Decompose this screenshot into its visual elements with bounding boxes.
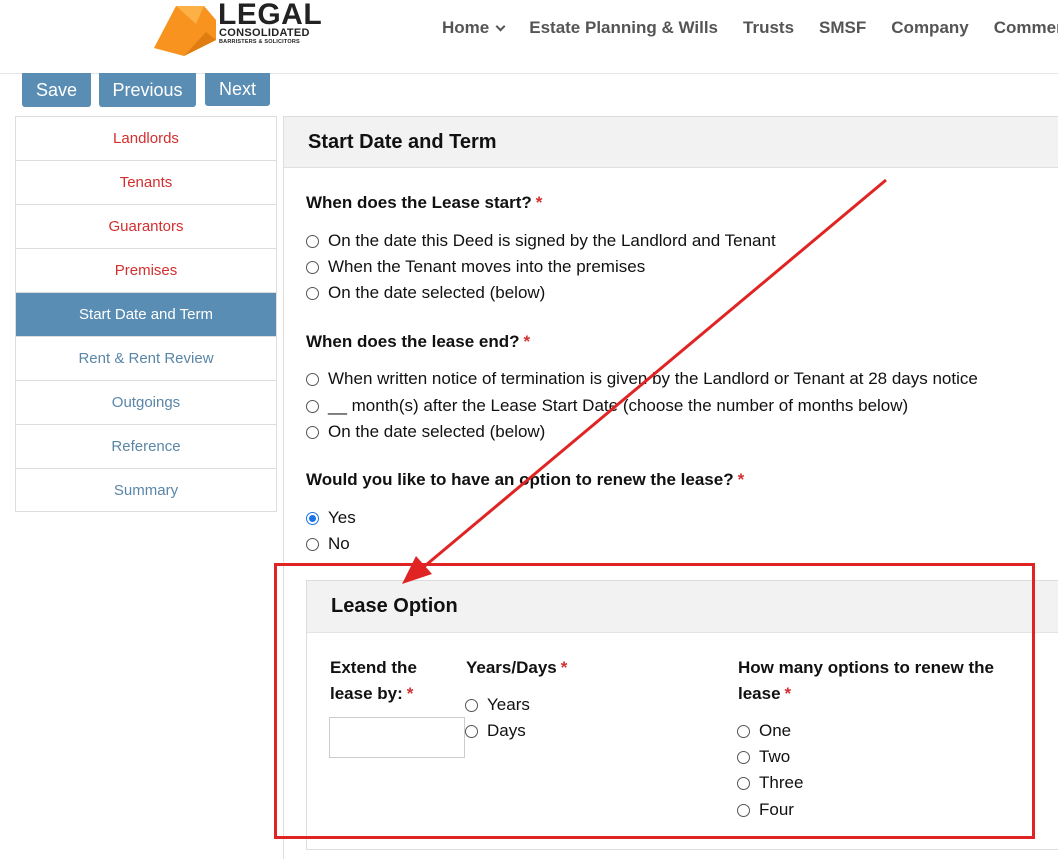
- logo-icon: [154, 6, 216, 56]
- option-label: No: [328, 534, 350, 553]
- annotation-highlight-box: [274, 563, 1035, 839]
- nav-trusts[interactable]: Trusts: [743, 18, 794, 38]
- sidebar-item-rent-review[interactable]: Rent & Rent Review: [15, 336, 277, 380]
- nav-company-label: Company: [891, 18, 969, 37]
- option-label: On the date this Deed is signed by the L…: [328, 231, 776, 250]
- next-button[interactable]: Next: [205, 73, 270, 106]
- radio-button[interactable]: [306, 425, 319, 439]
- lease-end-label: When does the lease end?: [306, 332, 520, 351]
- lease-start-label: When does the Lease start?: [306, 193, 532, 212]
- nav-home[interactable]: Home: [442, 18, 506, 38]
- option-label: On the date selected (below): [328, 283, 546, 302]
- lease-end-option-date[interactable]: On the date selected (below): [306, 422, 545, 442]
- sidebar-item-reference[interactable]: Reference: [15, 424, 277, 468]
- option-label: When the Tenant moves into the premises: [328, 257, 646, 276]
- lease-end-option-months[interactable]: __ month(s) after the Lease Start Date (…: [306, 396, 908, 416]
- renew-option-question: Would you like to have an option to rene…: [306, 470, 744, 490]
- nav-commercial[interactable]: Commercial: [994, 18, 1058, 38]
- sidebar-item-landlords[interactable]: Landlords: [15, 116, 277, 160]
- logo-subtext: CONSOLIDATED: [219, 27, 310, 39]
- radio-button-selected[interactable]: [306, 511, 319, 525]
- lease-start-option-signed[interactable]: On the date this Deed is signed by the L…: [306, 231, 776, 251]
- radio-button[interactable]: [306, 286, 319, 300]
- nav-home-label: Home: [442, 18, 490, 37]
- sidebar-item-summary[interactable]: Summary: [15, 468, 277, 512]
- nav-commercial-label: Commercial: [993, 18, 1058, 37]
- nav-trusts-label: Trusts: [743, 18, 795, 37]
- save-button[interactable]: Save: [22, 73, 91, 107]
- chevron-down-icon: [495, 21, 506, 31]
- sidebar-item-tenants[interactable]: Tenants: [15, 160, 277, 204]
- nav-smsf[interactable]: SMSF: [819, 18, 866, 38]
- radio-button[interactable]: [306, 260, 319, 274]
- option-label: On the date selected (below): [328, 422, 546, 441]
- logo-tagline: BARRISTERS & SOLICITORS: [219, 39, 300, 45]
- sidebar-item-guarantors[interactable]: Guarantors: [15, 204, 277, 248]
- logo-text: LEGAL: [218, 0, 323, 31]
- main-nav: Home Estate Planning & Wills Trusts SMSF…: [442, 18, 1058, 38]
- required-marker: *: [737, 470, 745, 489]
- lease-start-question: When does the Lease start? *: [306, 193, 542, 213]
- required-marker: *: [535, 193, 543, 212]
- nav-smsf-label: SMSF: [819, 18, 867, 37]
- option-label: When written notice of termination is gi…: [328, 369, 978, 388]
- sidebar-item-start-date-and-term[interactable]: Start Date and Term: [15, 292, 277, 336]
- site-header: LEGAL CONSOLIDATED BARRISTERS & SOLICITO…: [0, 0, 1058, 74]
- sidebar-item-outgoings[interactable]: Outgoings: [15, 380, 277, 424]
- sidebar-item-premises[interactable]: Premises: [15, 248, 277, 292]
- lease-end-option-notice[interactable]: When written notice of termination is gi…: [306, 369, 978, 389]
- radio-button[interactable]: [306, 399, 319, 413]
- lease-start-option-date[interactable]: On the date selected (below): [306, 283, 545, 303]
- renew-option-label: Would you like to have an option to rene…: [306, 470, 734, 489]
- renew-option-yes[interactable]: Yes: [306, 508, 356, 528]
- lease-start-option-moves-in[interactable]: When the Tenant moves into the premises: [306, 257, 645, 277]
- step-sidebar: Landlords Tenants Guarantors Premises St…: [15, 116, 277, 512]
- logo[interactable]: LEGAL CONSOLIDATED BARRISTERS & SOLICITO…: [146, 0, 323, 60]
- previous-button[interactable]: Previous: [99, 73, 196, 107]
- radio-button[interactable]: [306, 372, 319, 386]
- radio-button[interactable]: [306, 537, 319, 551]
- nav-estate-planning-label: Estate Planning & Wills: [529, 18, 719, 37]
- option-label: Yes: [328, 508, 356, 527]
- radio-button[interactable]: [306, 234, 319, 248]
- nav-estate-planning[interactable]: Estate Planning & Wills: [529, 18, 718, 38]
- required-marker: *: [523, 332, 531, 351]
- panel-title: Start Date and Term: [284, 117, 1058, 168]
- renew-option-no[interactable]: No: [306, 534, 350, 554]
- lease-end-question: When does the lease end? *: [306, 332, 530, 352]
- nav-company[interactable]: Company: [891, 18, 968, 38]
- option-label: __ month(s) after the Lease Start Date (…: [328, 396, 909, 415]
